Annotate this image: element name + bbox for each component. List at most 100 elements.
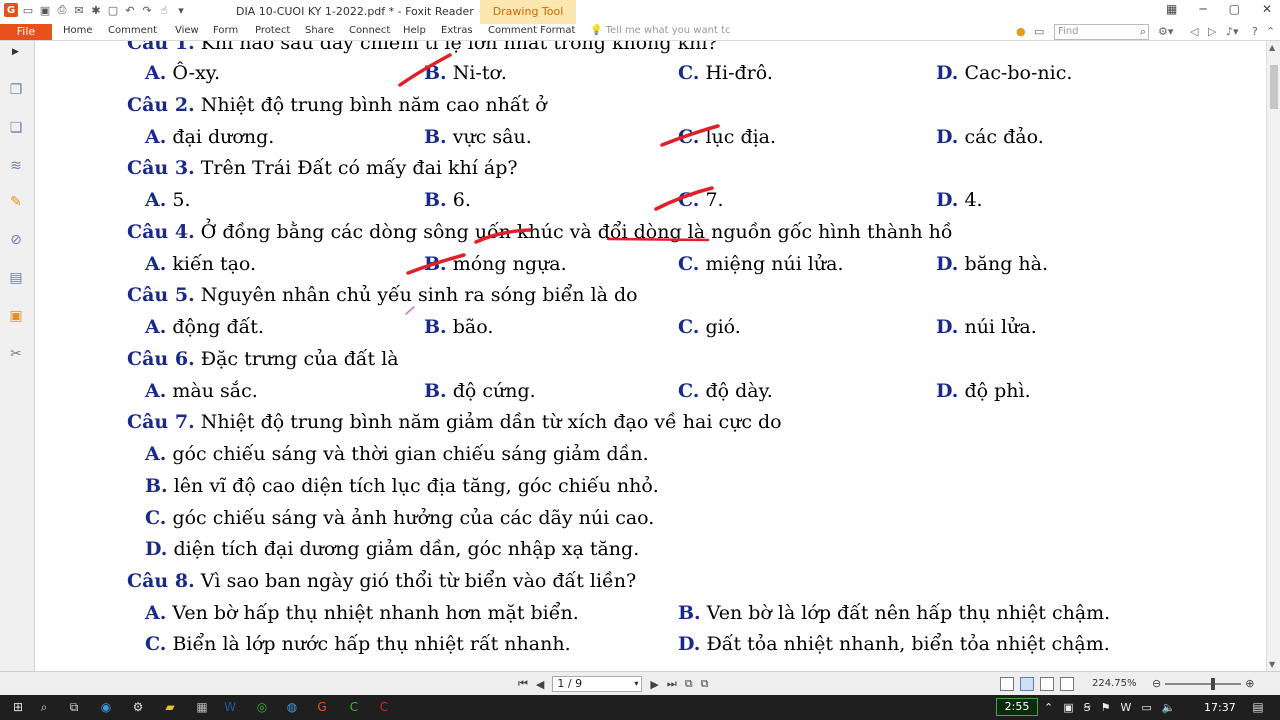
camtasia-icon[interactable]: C (346, 699, 362, 715)
tab-form[interactable]: Form (213, 25, 238, 36)
question-text: Khí nào sau đây chiếm tỉ lệ lớn nhất tro… (194, 41, 718, 54)
maximize-icon[interactable]: ▢ (1229, 2, 1240, 16)
zoom-slider-knob[interactable] (1211, 677, 1216, 690)
signature-icon[interactable]: ▤ (7, 269, 25, 287)
next-page-icon[interactable]: ▶ (650, 678, 658, 691)
tab-help[interactable]: Help (403, 25, 426, 36)
scroll-up-arrow-icon[interactable]: ▲ (1269, 43, 1275, 52)
last-page-icon[interactable]: ⏭ (667, 677, 677, 691)
app-icon[interactable]: ▦ (194, 699, 210, 715)
open-folder-icon[interactable]: ▭ (21, 3, 35, 17)
skin-icon[interactable]: ▭ (1034, 25, 1044, 38)
vertical-scrollbar[interactable]: ▲ ▼ (1266, 41, 1280, 671)
continuous-facing-view-icon[interactable] (1060, 677, 1074, 691)
settings-icon[interactable]: ⚙ (130, 699, 146, 715)
tab-file[interactable]: File (0, 24, 52, 40)
zoom-slider[interactable] (1165, 677, 1242, 690)
tab-protect[interactable]: Protect (255, 25, 290, 36)
edge-browser-icon[interactable]: ◉ (98, 699, 114, 715)
snapshot-icon[interactable]: ▢ (106, 3, 120, 17)
pages-thumbnail-icon[interactable]: ❏ (7, 119, 25, 137)
page-number-input[interactable]: 1 / 9 ▾ (552, 676, 643, 692)
lightbulb-icon[interactable]: ● (1016, 25, 1026, 38)
option-b: B. 6. (424, 189, 471, 211)
option-c: C. Biển là lớp nước hấp thụ nhiệt rất nh… (145, 633, 571, 655)
comments-icon[interactable]: ✎ (7, 193, 25, 211)
close-icon[interactable]: ✕ (1262, 2, 1272, 16)
tell-me-search[interactable]: 💡 Tell me what you want tc (590, 25, 730, 36)
app-logo[interactable]: G (4, 3, 18, 17)
bookmark-icon[interactable]: ❐ (7, 81, 25, 99)
option-a: A. Ô-xy. (145, 62, 220, 84)
search-icon[interactable]: ⌕ (36, 699, 52, 715)
first-page-icon[interactable]: ⏮ (518, 677, 528, 691)
option-b: B. bão. (424, 316, 493, 338)
email-icon[interactable]: ✉ (72, 3, 86, 17)
show-hidden-icons-icon[interactable]: ⌃ (1044, 701, 1053, 714)
system-clock[interactable]: 17:37 (1204, 701, 1236, 714)
security-lock-icon[interactable]: ▣ (7, 307, 25, 325)
tab-connect[interactable]: Connect (349, 25, 390, 36)
question-label: Câu 3. (127, 157, 195, 179)
zalo-icon[interactable]: ◍ (284, 699, 300, 715)
ink-stroke (405, 306, 415, 315)
hand-tool-icon[interactable]: ☝ (157, 3, 171, 17)
expand-panel-arrow-icon[interactable]: ▶ (12, 47, 19, 57)
zoom-out-icon[interactable]: ⊖ (1152, 677, 1161, 690)
redo-icon[interactable]: ↷ (140, 3, 154, 17)
layers-icon[interactable]: ≋ (7, 157, 25, 175)
zoom-in-icon[interactable]: ⊕ (1245, 677, 1254, 690)
tab-home[interactable]: Home (63, 25, 93, 36)
question-text: Vì sao ban ngày gió thổi từ biển vào đất… (194, 570, 637, 592)
flag-icon[interactable]: ⚑ (1101, 701, 1111, 714)
tab-extras[interactable]: Extras (441, 25, 473, 36)
print-icon[interactable]: ⎙ (55, 3, 69, 17)
zoom-level[interactable]: 224.75% (1092, 678, 1137, 689)
contextual-tab-drawing-tool[interactable]: Drawing Tool (480, 0, 576, 24)
tab-share[interactable]: Share (305, 25, 334, 36)
tab-comment[interactable]: Comment (108, 25, 157, 36)
file-explorer-icon[interactable]: ▰ (162, 699, 178, 715)
recorder-icon[interactable]: C (376, 699, 392, 715)
find-input[interactable]: Find (1054, 24, 1149, 40)
volume-icon[interactable]: 🔈 (1162, 701, 1176, 714)
help-icon[interactable]: ? (1252, 25, 1258, 38)
facing-view-icon[interactable] (1040, 677, 1054, 691)
word-tray-icon[interactable]: W (1120, 701, 1131, 714)
option-d: D. 4. (936, 189, 983, 211)
word-icon[interactable]: W (222, 699, 238, 715)
forward-arrow-icon[interactable]: ▷ (1208, 25, 1216, 38)
attachments-icon[interactable]: ⊘ (7, 231, 25, 249)
back-arrow-icon[interactable]: ◁ (1190, 25, 1198, 38)
tab-comment-format[interactable]: Comment Format (488, 25, 575, 36)
restore-ribbon-icon[interactable]: ▦ (1166, 2, 1177, 16)
tab-view[interactable]: View (175, 25, 199, 36)
foxit-reader-icon[interactable]: G (314, 699, 330, 715)
previous-page-icon[interactable]: ◀ (536, 678, 544, 691)
app-tray-icon[interactable]: ▣ (1063, 701, 1073, 714)
chrome-icon[interactable]: ◎ (254, 699, 270, 715)
collapse-ribbon-icon[interactable]: ⌃ (1266, 25, 1275, 38)
search-icon[interactable]: ⌕ (1140, 25, 1146, 39)
scroll-thumb[interactable] (1270, 65, 1278, 109)
customize-toolbar-icon[interactable]: ▾ (174, 3, 188, 17)
page-dropdown-icon[interactable]: ▾ (634, 677, 638, 691)
windows-start-icon[interactable]: ⊞ (10, 699, 26, 715)
minimize-icon[interactable]: ─ (1199, 2, 1206, 16)
network-icon[interactable]: ▭ (1141, 701, 1151, 714)
task-view-icon[interactable]: ⧉ (66, 699, 82, 715)
next-view-icon[interactable]: ⧉ (701, 677, 709, 691)
previous-view-icon[interactable]: ⧉ (685, 677, 693, 691)
scroll-down-arrow-icon[interactable]: ▼ (1269, 660, 1275, 669)
notifications-icon[interactable]: ▤ (1250, 699, 1266, 715)
recording-timer[interactable]: 2:55 (996, 698, 1038, 716)
settings-gear-icon[interactable]: ⚙▾ (1158, 25, 1173, 38)
save-icon[interactable]: ▣ (38, 3, 52, 17)
input-method-icon[interactable]: Ꞩ (1084, 701, 1091, 714)
tools-icon[interactable]: ✂ (7, 345, 25, 363)
notification-bell-icon[interactable]: ♪▾ (1226, 25, 1239, 38)
undo-icon[interactable]: ↶ (123, 3, 137, 17)
stamp-icon[interactable]: ✱ (89, 3, 103, 17)
continuous-view-icon[interactable] (1020, 677, 1034, 691)
single-page-view-icon[interactable] (1000, 677, 1014, 691)
